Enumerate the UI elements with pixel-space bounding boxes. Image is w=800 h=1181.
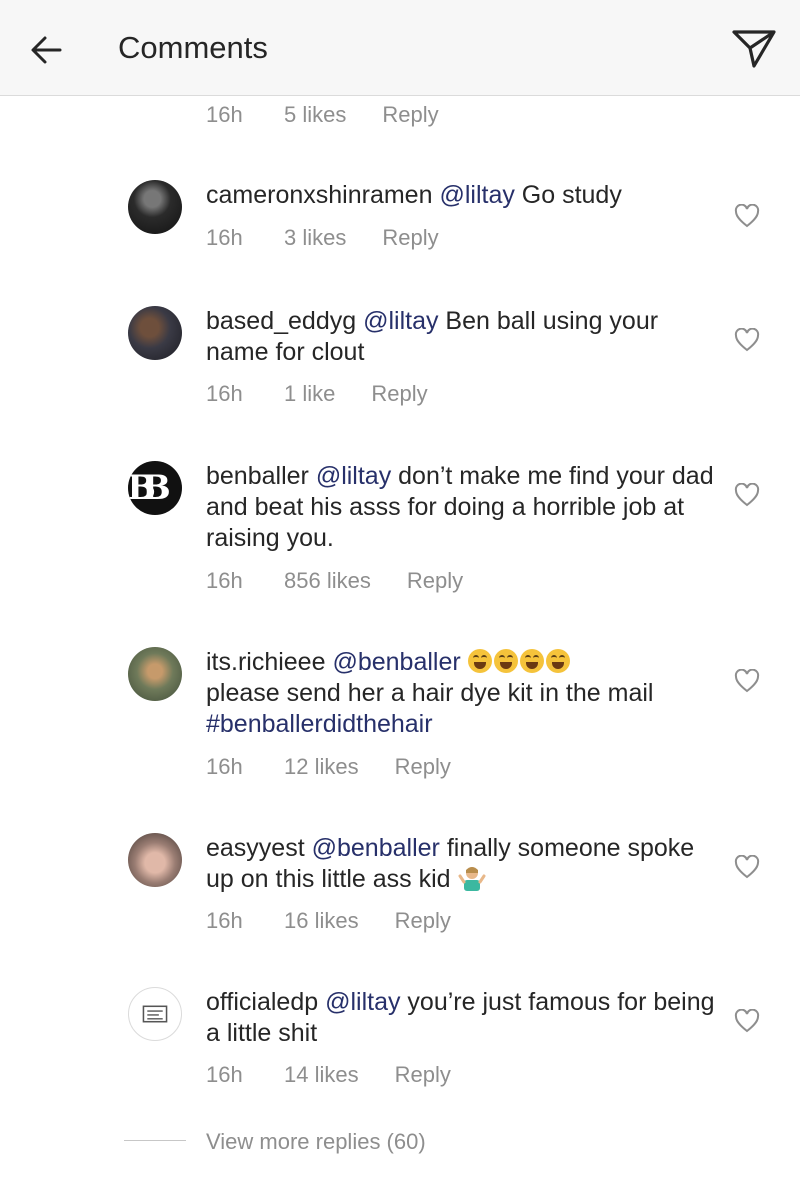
comment-mention[interactable]: @liltay [316,462,391,490]
shrug-emoji-icon [458,867,486,891]
reply-button[interactable]: Reply [371,381,427,407]
laughing-emoji-icon [545,649,570,673]
reply-button[interactable]: Reply [395,1062,451,1088]
comment-username[interactable]: benballer [206,462,309,490]
comment-mention[interactable]: @benballer [312,834,440,862]
avatar-logo: B [128,468,156,508]
comment-text: easyyest @benballer finally someone spok… [206,833,716,895]
comment-time: 16h [206,1062,243,1087]
reply-button[interactable]: Reply [395,908,451,934]
comment-mention[interactable]: @liltay [363,307,438,335]
avatar[interactable]: B B [128,461,182,515]
heart-icon[interactable] [734,204,760,228]
reply-button[interactable]: Reply [382,225,438,251]
comment-likes[interactable]: 1 like [284,381,335,407]
comment-time: 16h [206,754,243,779]
comment-meta-row: 16h 856 likes Reply [206,568,463,594]
comment-hashtag[interactable]: #benballerdidthehair [206,710,433,738]
comment-time: 16h [206,568,243,593]
comment-meta-row: 16h 16 likes Reply [206,908,451,934]
comment-text: officialedp @liltay you’re just famous f… [206,987,716,1049]
comment-meta-row: 16h 12 likes Reply [206,754,451,780]
comment-likes[interactable]: 16 likes [284,908,359,934]
divider [124,1140,186,1141]
comment-meta-row: 16h 14 likes Reply [206,1062,451,1088]
comment-likes[interactable]: 856 likes [284,568,371,594]
comment-likes[interactable]: 14 likes [284,1062,359,1088]
comment-username[interactable]: based_eddyg [206,307,356,335]
heart-icon[interactable] [734,1009,760,1033]
comment-text: its.richieee @benballer please send her … [206,647,716,740]
avatar-logo: B [142,468,171,508]
comment-time: 16h [206,381,243,406]
comment-meta-row: 16h 1 like Reply [206,381,428,407]
comment-likes[interactable]: 12 likes [284,754,359,780]
comment-time: 16h [206,102,243,127]
laughing-emoji-icon [519,649,544,673]
heart-icon[interactable] [734,328,760,352]
laughing-emoji-icon [467,649,492,673]
avatar[interactable] [128,647,182,701]
comment-body: Go study [514,181,622,209]
avatar[interactable] [128,987,182,1041]
edp-logo-icon [142,1005,168,1023]
comment-meta-row: 16h 3 likes Reply [206,225,439,251]
reply-button[interactable]: Reply [407,568,463,594]
comment-mention[interactable]: @benballer [332,648,460,676]
comment-username[interactable]: cameronxshinramen [206,181,433,209]
comment-username[interactable]: easyyest [206,834,305,862]
view-more-replies-button[interactable]: View more replies (60) [206,1129,426,1155]
comment-username[interactable]: its.richieee [206,648,326,676]
comment-mention[interactable]: @liltay [439,181,514,209]
comment-username[interactable]: officialedp [206,988,318,1016]
laughing-emoji-icon [493,649,518,673]
comment-mention[interactable]: @liltay [325,988,400,1016]
comment-text: cameronxshinramen @liltay Go study [206,180,716,211]
comment-likes[interactable]: 5 likes [284,102,346,128]
heart-icon[interactable] [734,669,760,693]
paper-plane-icon[interactable] [730,26,778,70]
header-bar: Comments [0,0,800,96]
comment-body: please send her a hair dye kit in the ma… [206,679,654,707]
heart-icon[interactable] [734,483,760,507]
comment-time: 16h [206,908,243,933]
page-title: Comments [118,30,268,65]
comment-likes[interactable]: 3 likes [284,225,346,251]
avatar[interactable] [128,833,182,887]
avatar[interactable] [128,306,182,360]
comment-text: based_eddyg @liltay Ben ball using your … [206,306,716,368]
comment-text: benballer @liltay don’t make me find you… [206,461,716,554]
reply-button[interactable]: Reply [395,754,451,780]
avatar[interactable] [128,180,182,234]
arrow-left-icon[interactable] [28,32,64,68]
reply-button[interactable]: Reply [382,102,438,128]
comment-meta-row: 16h 5 likes Reply [206,102,439,128]
heart-icon[interactable] [734,855,760,879]
comment-time: 16h [206,225,243,250]
